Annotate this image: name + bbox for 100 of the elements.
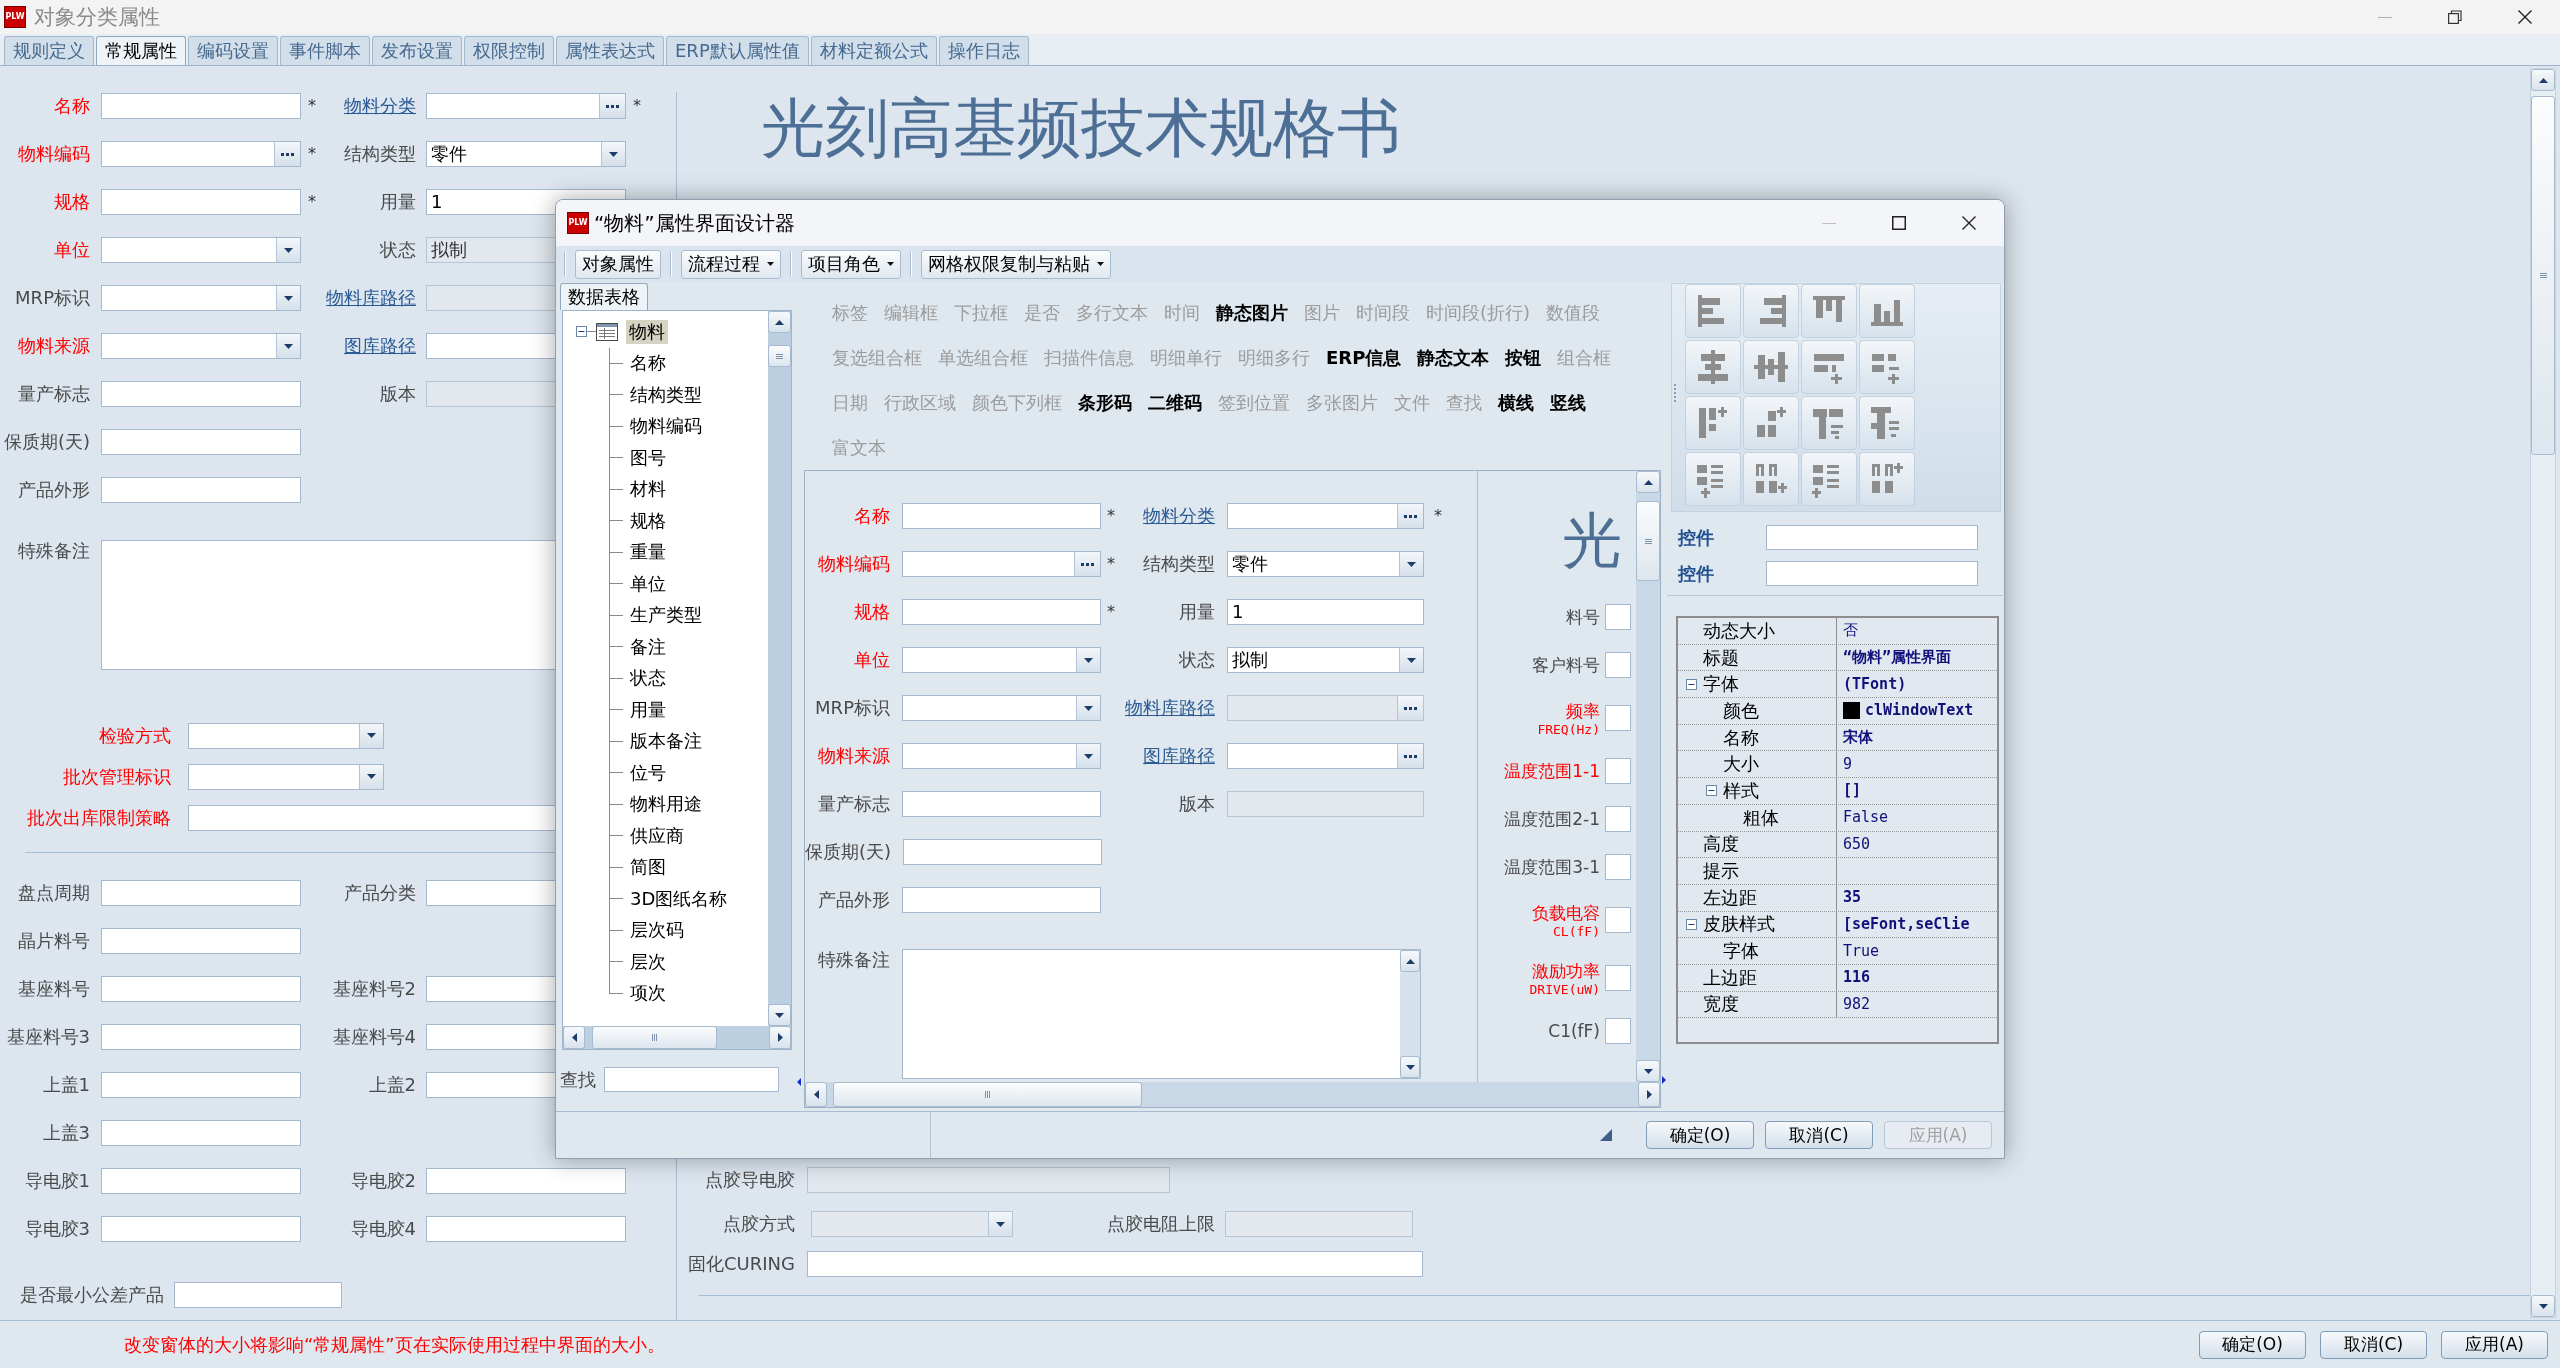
text-field[interactable] <box>903 839 1103 865</box>
layout-tool-button[interactable] <box>1859 452 1915 506</box>
layout-tool-button[interactable] <box>1801 452 1857 506</box>
tab[interactable]: 操作日志 <box>938 36 1029 65</box>
tab[interactable]: 事件脚本 <box>280 36 370 65</box>
dialog-button[interactable]: 应用(A) <box>2441 1330 2548 1359</box>
collapse-icon[interactable] <box>1685 678 1697 690</box>
text-field[interactable] <box>1766 524 1978 550</box>
dropdown-field[interactable] <box>101 285 301 311</box>
collapse-icon[interactable] <box>1685 918 1697 930</box>
tree-item[interactable]: 供应商 <box>627 823 687 848</box>
dropdown-button[interactable] <box>359 764 383 789</box>
search-field[interactable] <box>604 1067 779 1092</box>
field-link[interactable]: 物料分类 <box>1143 505 1215 527</box>
text-field[interactable]: 1 <box>1227 599 1424 625</box>
text-field[interactable] <box>101 93 301 119</box>
tree-item[interactable]: 状态 <box>627 666 669 691</box>
memo-field[interactable] <box>902 949 1421 1079</box>
tree-item[interactable]: 规格 <box>627 508 669 533</box>
horizontal-scrollbar[interactable] <box>805 1082 1660 1107</box>
layout-tool-button[interactable] <box>1859 284 1915 338</box>
scroll-down-button[interactable] <box>768 1004 791 1026</box>
dropdown-field[interactable] <box>101 333 301 359</box>
tree-item[interactable]: 名称 <box>627 351 669 376</box>
property-value[interactable]: clWindowText <box>1865 703 1974 719</box>
text-field[interactable] <box>101 1120 301 1146</box>
text-field[interactable] <box>1605 652 1631 678</box>
palette-item[interactable]: 横线 <box>1498 393 1534 412</box>
menu-button[interactable]: 项目角色 <box>801 249 901 279</box>
tree-item[interactable]: 层次 <box>627 949 669 974</box>
menu-button[interactable]: 网格权限复制与粘贴 <box>921 249 1111 279</box>
text-field[interactable] <box>101 189 301 215</box>
scrollbar-thumb[interactable] <box>833 1082 1142 1107</box>
vertical-scrollbar[interactable] <box>768 311 791 1026</box>
text-field[interactable] <box>174 1282 342 1308</box>
text-field[interactable] <box>101 1024 301 1050</box>
dropdown-button[interactable] <box>276 334 300 358</box>
property-value[interactable]: [seFont,seClie <box>1843 916 1970 932</box>
scroll-down-button[interactable] <box>1400 1056 1420 1078</box>
tab[interactable]: 发布设置 <box>372 36 462 65</box>
property-value[interactable]: (TFont) <box>1843 676 1907 692</box>
scrollbar-thumb[interactable] <box>768 345 791 367</box>
tab[interactable]: ERP默认属性值 <box>666 36 809 65</box>
property-value[interactable]: 982 <box>1843 996 1871 1012</box>
dropdown-field[interactable]: 零件 <box>1227 551 1424 577</box>
property-value[interactable]: 宋体 <box>1843 730 1873 746</box>
tree-item[interactable]: 备注 <box>627 634 669 659</box>
tab[interactable]: 编码设置 <box>188 36 278 65</box>
property-value[interactable]: True <box>1843 943 1880 959</box>
layout-tool-button[interactable] <box>1801 284 1857 338</box>
dropdown-field[interactable] <box>188 763 384 790</box>
resize-grip-icon[interactable] <box>1600 1129 1612 1141</box>
browse-button[interactable] <box>274 142 300 166</box>
tree-item[interactable]: 层次码 <box>627 918 687 943</box>
layout-tool-button[interactable] <box>1685 340 1741 394</box>
tab[interactable]: 常规属性 <box>96 36 186 65</box>
browse-button[interactable] <box>599 94 625 118</box>
tab[interactable]: 权限控制 <box>464 36 554 65</box>
tree-item[interactable]: 版本备注 <box>627 729 705 754</box>
layout-tool-button[interactable] <box>1859 340 1915 394</box>
splitter-arrow-icon[interactable] <box>1662 1076 1666 1084</box>
text-field[interactable] <box>1605 907 1631 933</box>
tree-item[interactable]: 物料编码 <box>627 414 705 439</box>
dropdown-field[interactable]: 拟制 <box>1227 647 1424 673</box>
text-field[interactable] <box>902 599 1101 625</box>
dialog-button[interactable]: 确定(O) <box>2199 1330 2306 1359</box>
layout-tool-button[interactable] <box>1859 396 1915 450</box>
scroll-up-button[interactable] <box>1636 471 1660 493</box>
dropdown-button[interactable] <box>276 286 300 310</box>
palette-item[interactable]: 条形码 <box>1078 393 1132 412</box>
property-value[interactable]: False <box>1843 810 1889 826</box>
dropdown-button[interactable] <box>359 723 383 748</box>
dropdown-button[interactable] <box>1399 552 1423 576</box>
collapse-icon[interactable] <box>1705 785 1717 797</box>
dialog-button[interactable]: 取消(C) <box>1765 1121 1873 1149</box>
tree-item[interactable]: 图号 <box>627 445 669 470</box>
tree-item[interactable]: 单位 <box>627 571 669 596</box>
text-field[interactable] <box>807 1251 1423 1277</box>
scroll-left-button[interactable] <box>805 1082 827 1107</box>
browse-button[interactable] <box>1074 552 1100 576</box>
palette-item[interactable]: ERP信息 <box>1326 348 1402 367</box>
scroll-up-button[interactable] <box>768 311 791 333</box>
text-field[interactable] <box>101 429 301 455</box>
field-link[interactable]: 图库路径 <box>1143 745 1215 767</box>
property-value[interactable]: [] <box>1843 783 1862 799</box>
tree-item[interactable]: 3D图纸名称 <box>627 886 731 911</box>
palette-item[interactable]: 竖线 <box>1550 393 1586 412</box>
scrollbar-thumb[interactable] <box>2531 96 2555 455</box>
tab[interactable]: 材料定额公式 <box>810 36 937 65</box>
property-value[interactable]: 9 <box>1843 756 1853 772</box>
browse-button[interactable] <box>1397 744 1423 768</box>
text-field[interactable] <box>1766 560 1978 586</box>
menu-button[interactable]: 流程过程 <box>681 249 781 279</box>
toolbar-button[interactable]: 对象属性 <box>575 249 661 279</box>
dialog-button[interactable]: 取消(C) <box>2320 1330 2427 1359</box>
text-field[interactable] <box>101 880 301 906</box>
vertical-scrollbar[interactable] <box>1400 950 1420 1078</box>
layout-tool-button[interactable] <box>1685 396 1741 450</box>
scroll-right-button[interactable] <box>769 1026 791 1049</box>
property-value[interactable]: 35 <box>1843 890 1862 906</box>
